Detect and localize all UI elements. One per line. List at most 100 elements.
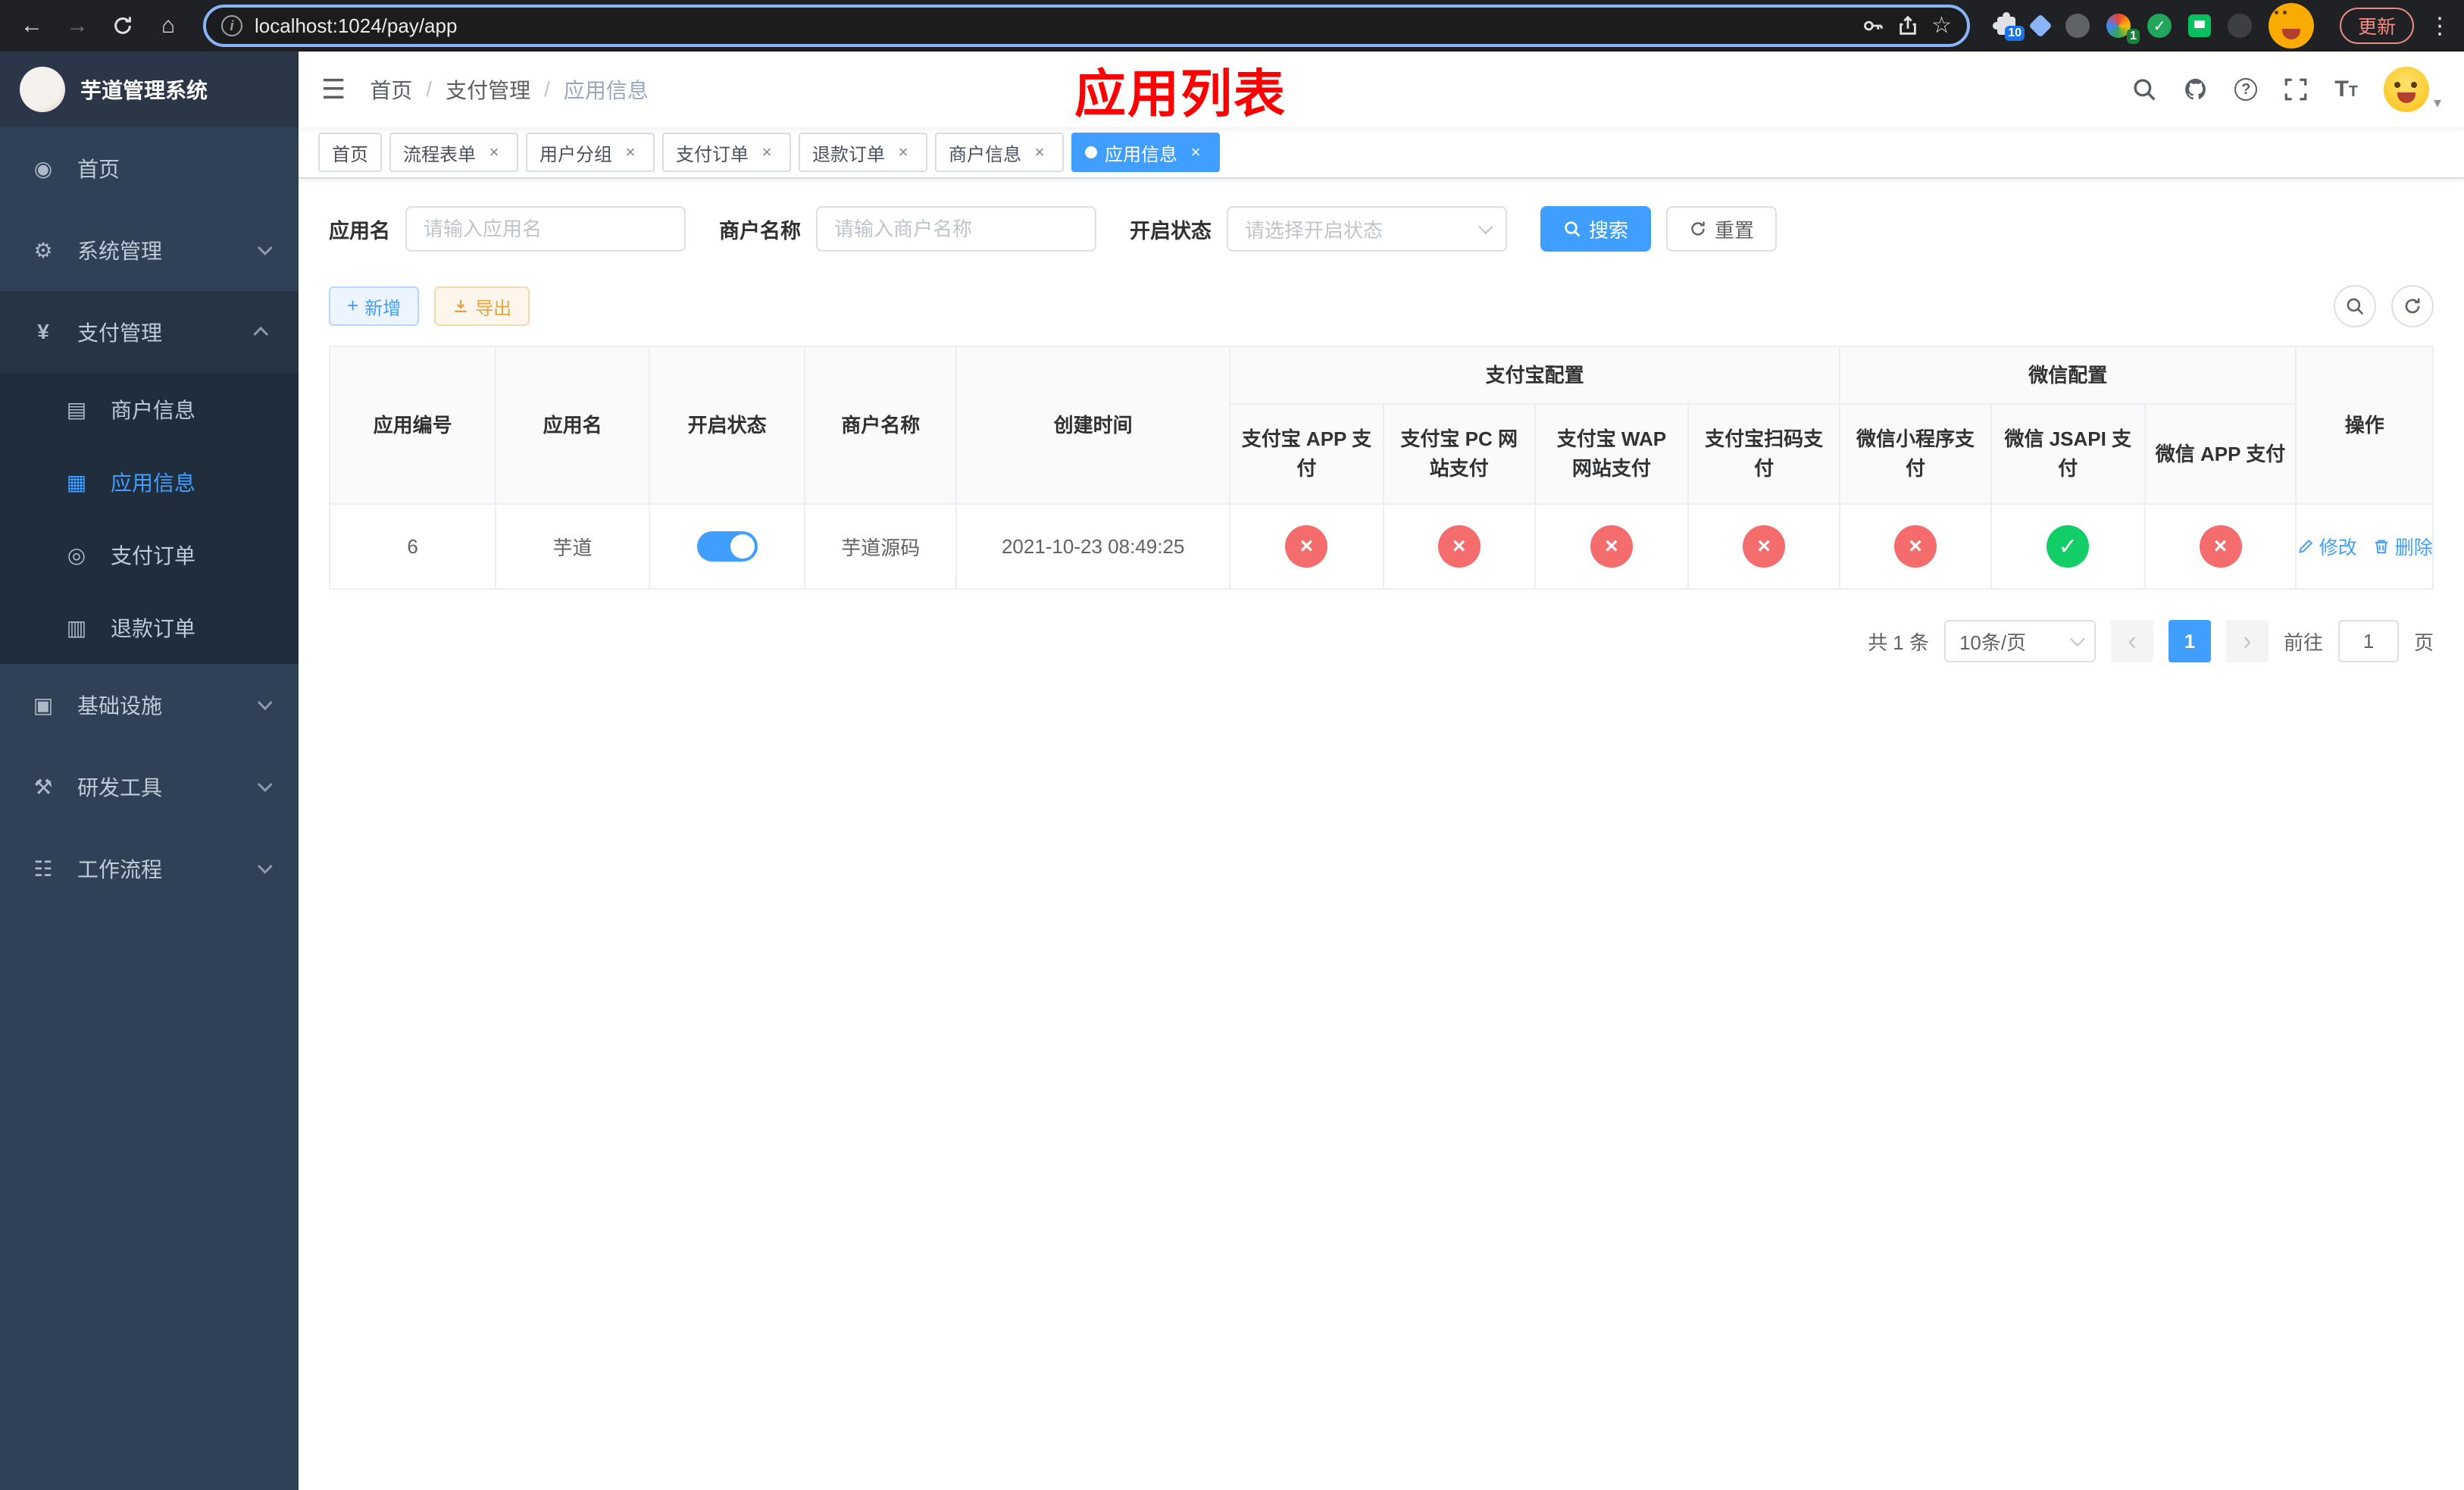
edit-link[interactable]: 修改 xyxy=(2297,533,2357,560)
sidebar-item-app-info[interactable]: 应用信息 xyxy=(0,446,299,518)
app-name-label: 应用名 xyxy=(329,219,390,243)
tab-app-info[interactable]: 应用信息 xyxy=(1071,133,1220,172)
wechat-jsapi-status-icon xyxy=(2047,525,2090,568)
extension-dark-icon[interactable] xyxy=(2227,14,2252,38)
sidebar-item-refund-orders[interactable]: 退款订单 xyxy=(0,591,299,664)
delete-link[interactable]: 删除 xyxy=(2372,533,2433,560)
home-icon[interactable]: ⌂ xyxy=(149,6,188,45)
page-number-1[interactable]: 1 xyxy=(2168,620,2211,662)
alipay-pc-status-icon xyxy=(1437,525,1481,568)
extension-check-icon[interactable]: ✓ xyxy=(2147,14,2172,38)
gear-icon xyxy=(30,238,56,263)
chevron-down-icon xyxy=(257,240,273,256)
pagination-total: 共 1 条 xyxy=(1868,631,1929,654)
url-text[interactable]: localhost:1024/pay/app xyxy=(255,14,1850,38)
fullscreen-icon[interactable] xyxy=(2283,77,2309,102)
bookmark-star-icon[interactable]: ☆ xyxy=(1931,14,1952,37)
search-button[interactable]: 搜索 xyxy=(1540,206,1652,252)
browser-menu-icon[interactable]: ⋮ xyxy=(2428,13,2452,39)
site-info-icon[interactable]: i xyxy=(221,15,242,36)
merchant-name-input[interactable] xyxy=(816,206,1096,252)
browser-window: ← → ⌂ i localhost:1024/pay/app ☆ 10 1 ✓ … xyxy=(0,0,2464,1490)
breadcrumb-home[interactable]: 首页 xyxy=(370,74,412,105)
search-icon[interactable] xyxy=(2131,77,2157,102)
reload-icon[interactable] xyxy=(103,6,142,45)
github-icon[interactable] xyxy=(2183,77,2209,102)
password-key-icon[interactable] xyxy=(1862,14,1884,37)
tab-pay-orders[interactable]: 支付订单 xyxy=(662,133,791,172)
share-icon[interactable] xyxy=(1896,14,1919,37)
reset-button[interactable]: 重置 xyxy=(1666,206,1778,252)
column-header-wechat-app: 微信 APP 支付 xyxy=(2143,403,2297,505)
plus-icon xyxy=(347,296,358,318)
sidebar-item-pay-orders[interactable]: 支付订单 xyxy=(0,518,299,591)
status-select[interactable]: 请选择开启状态 xyxy=(1227,206,1507,252)
payment-submenu: 商户信息 应用信息 支付订单 退款订单 xyxy=(0,373,299,664)
navbar-actions xyxy=(2131,67,2441,112)
app-title: 芋道管理系统 xyxy=(80,79,208,102)
sidebar-item-system[interactable]: 系统管理 xyxy=(0,209,299,291)
sidebar-item-merchant-info[interactable]: 商户信息 xyxy=(0,373,299,446)
caret-down-icon xyxy=(2434,93,2441,112)
group-header-wechat: 微信配置 xyxy=(1839,346,2297,405)
sidebar-item-payment[interactable]: 支付管理 xyxy=(0,291,299,373)
extension-badge: 10 xyxy=(2005,26,2025,41)
export-button[interactable]: 导出 xyxy=(434,286,530,326)
refresh-button[interactable] xyxy=(2391,285,2434,327)
close-icon[interactable] xyxy=(1185,142,1206,163)
sidebar: 芋道管理系统 首页 系统管理 支付管理 xyxy=(0,52,299,1490)
app-name-input[interactable] xyxy=(405,206,686,252)
close-icon[interactable] xyxy=(620,142,641,163)
tab-process-form[interactable]: 流程表单 xyxy=(389,133,518,172)
logo-avatar xyxy=(20,67,65,112)
chevron-down-icon xyxy=(257,777,273,793)
user-avatar[interactable] xyxy=(2383,67,2441,112)
url-bar[interactable]: i localhost:1024/pay/app ☆ xyxy=(203,5,1970,47)
font-size-icon[interactable] xyxy=(2334,78,2358,101)
alipay-app-status-icon xyxy=(1285,525,1328,568)
extension-multicolor-icon[interactable]: 1 xyxy=(2106,14,2140,44)
extension-face-icon[interactable] xyxy=(2268,3,2314,49)
extensions-puzzle-icon[interactable]: 10 xyxy=(1992,12,2025,41)
extension-diamond-icon[interactable] xyxy=(2028,14,2053,38)
table-toolbar: 新增 导出 xyxy=(329,285,2434,327)
back-icon[interactable]: ← xyxy=(12,6,52,45)
close-icon[interactable] xyxy=(1029,142,1050,163)
sidebar-menu: 首页 系统管理 支付管理 商户信息 xyxy=(0,127,299,909)
forward-icon[interactable]: → xyxy=(58,6,97,45)
next-page-button[interactable] xyxy=(2225,620,2269,662)
sidebar-item-home[interactable]: 首页 xyxy=(0,127,299,209)
column-header-status: 开启状态 xyxy=(648,346,806,505)
sidebar-item-devtools[interactable]: 研发工具 xyxy=(0,746,299,828)
add-button[interactable]: 新增 xyxy=(329,286,420,326)
tab-home[interactable]: 首页 xyxy=(318,133,382,172)
tab-refund-orders[interactable]: 退款订单 xyxy=(799,133,927,172)
cell-app-name: 芋道 xyxy=(495,503,650,590)
sidebar-item-workflow[interactable]: 工作流程 xyxy=(0,828,299,909)
hamburger-icon[interactable] xyxy=(321,74,346,105)
prev-page-button[interactable] xyxy=(2110,620,2153,662)
sidebar-item-infrastructure[interactable]: 基础设施 xyxy=(0,664,299,746)
breadcrumb-payment[interactable]: 支付管理 xyxy=(446,74,530,105)
app-table: 应用编号 应用名 开启状态 商户名称 创建时间 支付宝配置 微信配置 操作 支付… xyxy=(329,346,2434,590)
sidebar-logo[interactable]: 芋道管理系统 xyxy=(0,52,299,127)
extension-chat-icon[interactable] xyxy=(2187,14,2211,37)
toggle-search-button[interactable] xyxy=(2334,285,2376,327)
goto-page-input[interactable] xyxy=(2337,620,2399,662)
tab-user-group[interactable]: 用户分组 xyxy=(526,133,655,172)
alipay-qr-status-icon xyxy=(1743,525,1786,568)
status-toggle[interactable] xyxy=(696,531,758,562)
close-icon[interactable] xyxy=(893,142,914,163)
alipay-wap-status-icon xyxy=(1590,525,1633,568)
help-icon[interactable] xyxy=(2234,78,2258,101)
merchant-name-label: 商户名称 xyxy=(719,219,801,243)
extension-gray-icon[interactable] xyxy=(2065,14,2090,38)
browser-update-button[interactable]: 更新 xyxy=(2339,8,2414,44)
close-icon[interactable] xyxy=(483,142,505,163)
page-size-select[interactable]: 10条/页 xyxy=(1943,620,2096,662)
column-header-wechat-jsapi: 微信 JSAPI 支付 xyxy=(1990,403,2146,505)
close-icon[interactable] xyxy=(756,142,777,163)
tab-merchant-info[interactable]: 商户信息 xyxy=(935,133,1064,172)
breadcrumb: 首页 支付管理 应用信息 xyxy=(370,74,649,105)
top-navbar: 首页 支付管理 应用信息 应用列表 xyxy=(299,52,2464,127)
